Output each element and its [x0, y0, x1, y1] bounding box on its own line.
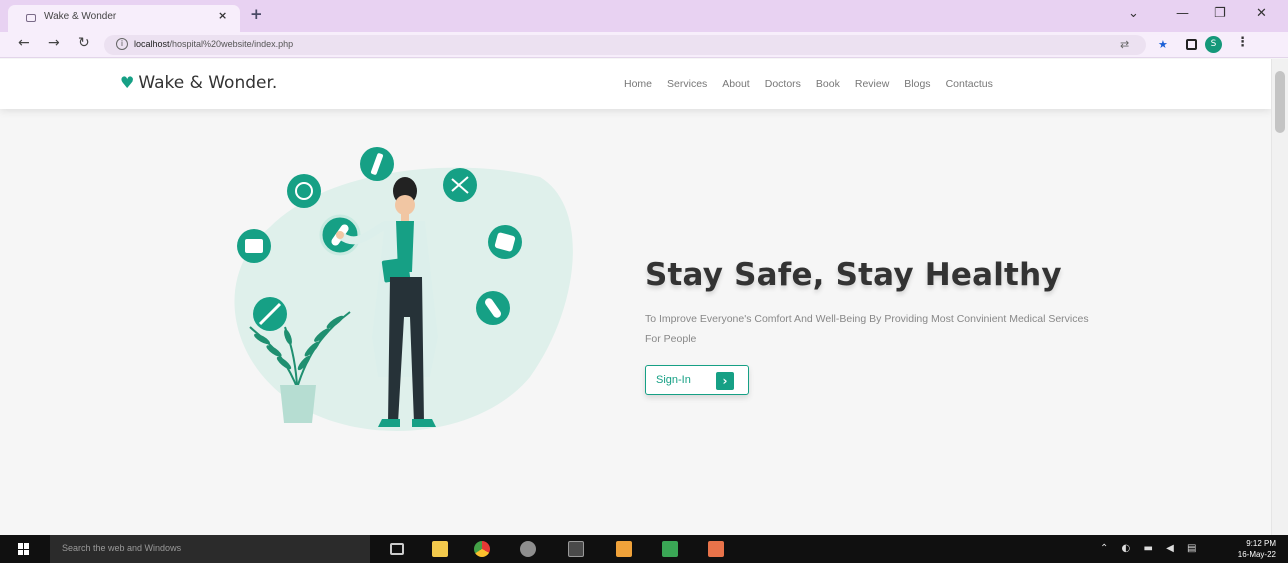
medical-icon-syringe: [360, 147, 394, 181]
main-nav: Home Services About Doctors Book Review …: [624, 78, 993, 90]
back-arrow-icon[interactable]: ←: [18, 35, 30, 51]
hero-section: Stay Safe, Stay Healthy To Improve Every…: [645, 257, 1105, 395]
brand-name: Wake & Wonder.: [138, 73, 278, 93]
nav-doctors[interactable]: Doctors: [765, 78, 801, 90]
windows-start-icon[interactable]: [18, 543, 30, 555]
medical-icon-bandage: [488, 225, 522, 259]
chevron-right-icon: ›: [716, 372, 734, 390]
url-host: localhost: [134, 39, 170, 49]
taskbar-search-box[interactable]: Search the web and Windows: [50, 535, 370, 563]
tab-favicon-icon: [26, 14, 36, 22]
bookmark-star-icon[interactable]: ★: [1158, 38, 1168, 51]
share-icon[interactable]: ⇄: [1120, 38, 1129, 51]
url-path: /hospital%20website/index.php: [169, 39, 294, 49]
menu-kebab-icon[interactable]: ⋮: [1236, 35, 1249, 50]
medical-icon-scissors: [443, 168, 477, 202]
forward-arrow-icon[interactable]: →: [48, 35, 60, 51]
site-info-icon[interactable]: i: [116, 38, 128, 50]
clock-date: 16-May-22: [1237, 550, 1276, 559]
browser-tab-bar: Wake & Wonder × + ⌄ — ❐ ✕: [0, 0, 1288, 32]
app-folder-icon[interactable]: [616, 541, 632, 557]
sign-in-button[interactable]: Sign-In ›: [645, 365, 749, 395]
app-orange-icon[interactable]: [708, 541, 724, 557]
clock-time: 9:12 PM: [1246, 539, 1276, 548]
sidebar-panel-icon[interactable]: [1186, 39, 1197, 50]
file-explorer-icon[interactable]: [432, 541, 448, 557]
nav-home[interactable]: Home: [624, 78, 652, 90]
site-header: ♥ Wake & Wonder. Home Services About Doct…: [0, 59, 1271, 109]
medical-icon-clipboard: [237, 229, 271, 263]
nav-review[interactable]: Review: [855, 78, 889, 90]
browser-toolbar: ← → ↻ i localhost/hospital%20website/ind…: [0, 32, 1288, 58]
task-view-icon[interactable]: [390, 543, 404, 555]
nav-services[interactable]: Services: [667, 78, 707, 90]
nav-book[interactable]: Book: [816, 78, 840, 90]
nav-about[interactable]: About: [722, 78, 749, 90]
terminal-icon[interactable]: [568, 541, 584, 557]
minimize-button[interactable]: —: [1176, 6, 1189, 21]
taskbar-clock[interactable]: 9:12 PM 16-May-22: [1232, 538, 1276, 560]
hero-title: Stay Safe, Stay Healthy: [645, 257, 1062, 293]
page-viewport: ♥ Wake & Wonder. Home Services About Doct…: [0, 59, 1271, 535]
doctor-illustration: [234, 147, 573, 431]
app-green-icon[interactable]: [662, 541, 678, 557]
new-tab-button[interactable]: +: [250, 5, 263, 23]
reload-icon[interactable]: ↻: [78, 35, 90, 51]
hero-subtitle: To Improve Everyone's Comfort And Well-B…: [645, 313, 1089, 345]
medical-icon-circle: [287, 174, 321, 208]
profile-avatar[interactable]: S: [1205, 36, 1222, 53]
heart-pulse-icon: ♥: [120, 73, 135, 92]
system-tray-icons[interactable]: ⌃ ◐ ▬ ◀ ▤: [1100, 543, 1201, 554]
browser-tab[interactable]: Wake & Wonder ×: [8, 5, 240, 32]
medical-icon-capsule: [476, 291, 510, 325]
address-bar[interactable]: i localhost/hospital%20website/index.php…: [104, 35, 1168, 55]
maximize-button[interactable]: ❐: [1214, 6, 1226, 21]
url-text[interactable]: localhost/hospital%20website/index.php: [134, 39, 293, 49]
nav-blogs[interactable]: Blogs: [904, 78, 930, 90]
tab-title: Wake & Wonder: [44, 11, 117, 22]
nav-contactus[interactable]: Contactus: [946, 78, 993, 90]
app-settings-icon[interactable]: [520, 541, 536, 557]
medical-icon-thermometer: [253, 297, 287, 331]
close-window-button[interactable]: ✕: [1256, 6, 1267, 21]
site-logo[interactable]: ♥ Wake & Wonder.: [120, 73, 277, 93]
tab-close-icon[interactable]: ×: [218, 9, 227, 22]
windows-taskbar: Search the web and Windows ⌃ ◐ ▬ ◀ ▤ 9:1…: [0, 535, 1288, 563]
tab-search-dropdown-icon[interactable]: ⌄: [1128, 6, 1139, 21]
chrome-icon[interactable]: [474, 541, 490, 557]
sign-in-label: Sign-In: [656, 374, 691, 386]
scrollbar-thumb[interactable]: [1275, 71, 1285, 133]
page-scrollbar[interactable]: [1271, 59, 1288, 535]
taskbar-search-placeholder: Search the web and Windows: [62, 543, 182, 553]
